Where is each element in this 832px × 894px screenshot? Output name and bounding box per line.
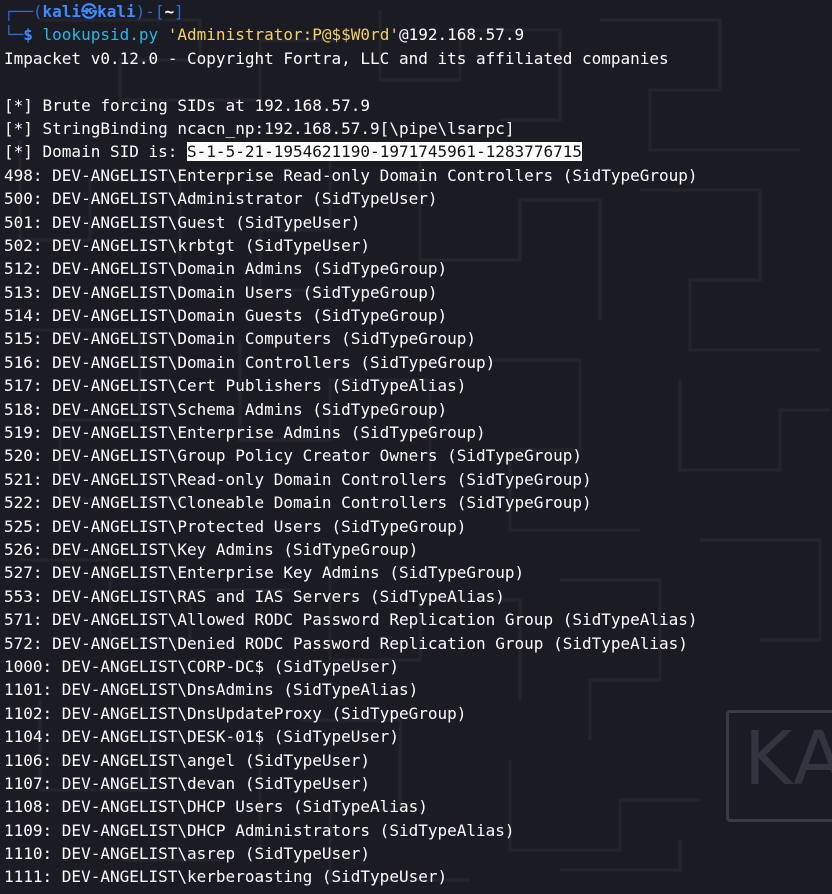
sid-entry: 514: DEV-ANGELIST\Domain Guests (SidType… — [4, 306, 448, 326]
domain-sid-label: [*] Domain SID is: — [4, 142, 188, 162]
sid-entry: 527: DEV-ANGELIST\Enterprise Key Admins … — [4, 563, 525, 583]
info-string-binding: [*] StringBinding ncacn_np:192.168.57.9[… — [4, 118, 515, 138]
sid-entry: 521: DEV-ANGELIST\Read-only Domain Contr… — [4, 469, 592, 489]
sid-entry: 517: DEV-ANGELIST\Cert Publishers (SidTy… — [4, 376, 467, 396]
prompt-cwd: ~ — [164, 2, 175, 21]
command-argument: 'Administrator:P@$$W0rd' — [167, 25, 399, 45]
sid-entry: 1110: DEV-ANGELIST\asrep (SidTypeUser) — [4, 844, 371, 864]
sid-entry: 1102: DEV-ANGELIST\DnsUpdateProxy (SidTy… — [4, 703, 467, 723]
prompt-close-paren: )-[ — [135, 2, 165, 21]
sid-entry: 513: DEV-ANGELIST\Domain Users (SidTypeG… — [4, 282, 438, 302]
sid-entry: 1111: DEV-ANGELIST\kerberoasting (SidTyp… — [4, 867, 448, 887]
sid-entry: 525: DEV-ANGELIST\Protected Users (SidTy… — [4, 516, 467, 536]
command-target: @192.168.57.9 — [398, 25, 525, 45]
terminal-output[interactable]: ┌──(kali㉿kali)-[~] └─$ lookupsid.py 'Adm… — [4, 0, 832, 889]
sid-entry: 498: DEV-ANGELIST\Enterprise Read-only D… — [4, 165, 698, 185]
prompt-corner-bottom: └─ — [4, 25, 24, 45]
prompt-close-bracket: ] — [174, 2, 184, 21]
sid-entry: 502: DEV-ANGELIST\krbtgt (SidTypeUser) — [4, 235, 371, 255]
info-brute-forcing: [*] Brute forcing SIDs at 192.168.57.9 — [4, 95, 371, 115]
command-name: lookupsid.py — [42, 25, 159, 45]
sid-entry: 1107: DEV-ANGELIST\devan (SidTypeUser) — [4, 773, 371, 793]
impacket-banner: Impacket v0.12.0 - Copyright Fortra, LLC… — [4, 48, 669, 68]
command-line[interactable]: └─$ lookupsid.py 'Administrator:P@$$W0rd… — [4, 23, 832, 46]
info-domain-sid: [*] Domain SID is: S-1-5-21-1954621190-1… — [4, 140, 832, 163]
sid-entry: 516: DEV-ANGELIST\Domain Controllers (Si… — [4, 352, 496, 372]
sid-entry: 520: DEV-ANGELIST\Group Policy Creator O… — [4, 446, 582, 466]
sid-entry: 572: DEV-ANGELIST\Denied RODC Password R… — [4, 633, 688, 653]
sid-entry: 1109: DEV-ANGELIST\DHCP Administrators (… — [4, 820, 515, 840]
sid-entry: 553: DEV-ANGELIST\RAS and IAS Servers (S… — [4, 586, 505, 606]
sid-entry: 571: DEV-ANGELIST\Allowed RODC Password … — [4, 610, 698, 630]
sid-entry: 1106: DEV-ANGELIST\angel (SidTypeUser) — [4, 750, 371, 770]
sid-entry: 518: DEV-ANGELIST\Schema Admins (SidType… — [4, 399, 448, 419]
prompt-line-top: ┌──(kali㉿kali)-[~] — [4, 0, 832, 23]
sid-entry: 515: DEV-ANGELIST\Domain Computers (SidT… — [4, 329, 477, 349]
sid-entry: 501: DEV-ANGELIST\Guest (SidTypeUser) — [4, 212, 361, 232]
terminal-window[interactable]: KALI ┌──(kali㉿kali)-[~] └─$ lookupsid.py… — [0, 0, 832, 894]
sid-entry: 1000: DEV-ANGELIST\CORP-DC$ (SidTypeUser… — [4, 656, 399, 676]
prompt-user-host: kali㉿kali — [42, 2, 136, 21]
sid-entry: 1108: DEV-ANGELIST\DHCP Users (SidTypeAl… — [4, 797, 428, 817]
sid-entry: 526: DEV-ANGELIST\Key Admins (SidTypeGro… — [4, 539, 419, 559]
domain-sid-value-selected[interactable]: S-1-5-21-1954621190-1971745961-128377671… — [187, 142, 582, 162]
sid-entry: 1104: DEV-ANGELIST\DESK-01$ (SidTypeUser… — [4, 727, 399, 747]
sid-entry: 512: DEV-ANGELIST\Domain Admins (SidType… — [4, 259, 448, 279]
sid-entry: 1101: DEV-ANGELIST\DnsAdmins (SidTypeAli… — [4, 680, 419, 700]
sid-entry: 519: DEV-ANGELIST\Enterprise Admins (Sid… — [4, 423, 486, 443]
sid-entry: 500: DEV-ANGELIST\Administrator (SidType… — [4, 189, 438, 209]
command-space — [158, 25, 168, 44]
prompt-dollar-sign: $ — [23, 25, 43, 45]
prompt-corner-top: ┌──( — [4, 2, 43, 21]
sid-entry: 522: DEV-ANGELIST\Cloneable Domain Contr… — [4, 493, 592, 513]
